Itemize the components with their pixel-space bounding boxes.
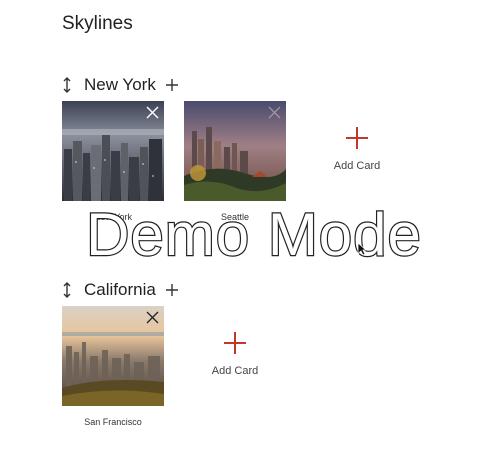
close-icon[interactable] bbox=[145, 105, 160, 120]
group-header-new-york: New York bbox=[60, 74, 179, 96]
group-title: California bbox=[84, 280, 156, 299]
card-seattle[interactable]: Seattle bbox=[184, 101, 286, 222]
group-header-california: California bbox=[60, 279, 179, 301]
drag-handle-icon[interactable] bbox=[60, 76, 74, 94]
mouse-cursor-icon bbox=[357, 242, 367, 256]
card-label: San Francisco bbox=[84, 417, 142, 427]
add-card-button[interactable]: Add Card bbox=[195, 331, 275, 401]
group-title: New York bbox=[84, 75, 156, 94]
drag-handle-icon[interactable] bbox=[60, 281, 74, 299]
add-to-group-plus-icon[interactable] bbox=[165, 283, 179, 297]
plus-icon bbox=[224, 332, 246, 354]
card-label: New York bbox=[93, 212, 133, 222]
card-new-york[interactable]: New York bbox=[62, 101, 164, 222]
add-card-label: Add Card bbox=[211, 365, 259, 377]
add-card-button[interactable]: Add Card bbox=[317, 126, 397, 196]
add-card-label: Add Card bbox=[333, 160, 381, 172]
close-icon[interactable] bbox=[267, 105, 282, 120]
page-title: Skylines bbox=[62, 13, 133, 34]
card-san-francisco[interactable]: San Francisco bbox=[62, 306, 164, 427]
demo-mode-watermark: Demo Mode bbox=[85, 200, 422, 268]
add-to-group-plus-icon[interactable] bbox=[165, 78, 179, 92]
card-label: Seattle bbox=[220, 212, 250, 222]
close-icon[interactable] bbox=[145, 310, 160, 325]
plus-icon bbox=[346, 127, 368, 149]
